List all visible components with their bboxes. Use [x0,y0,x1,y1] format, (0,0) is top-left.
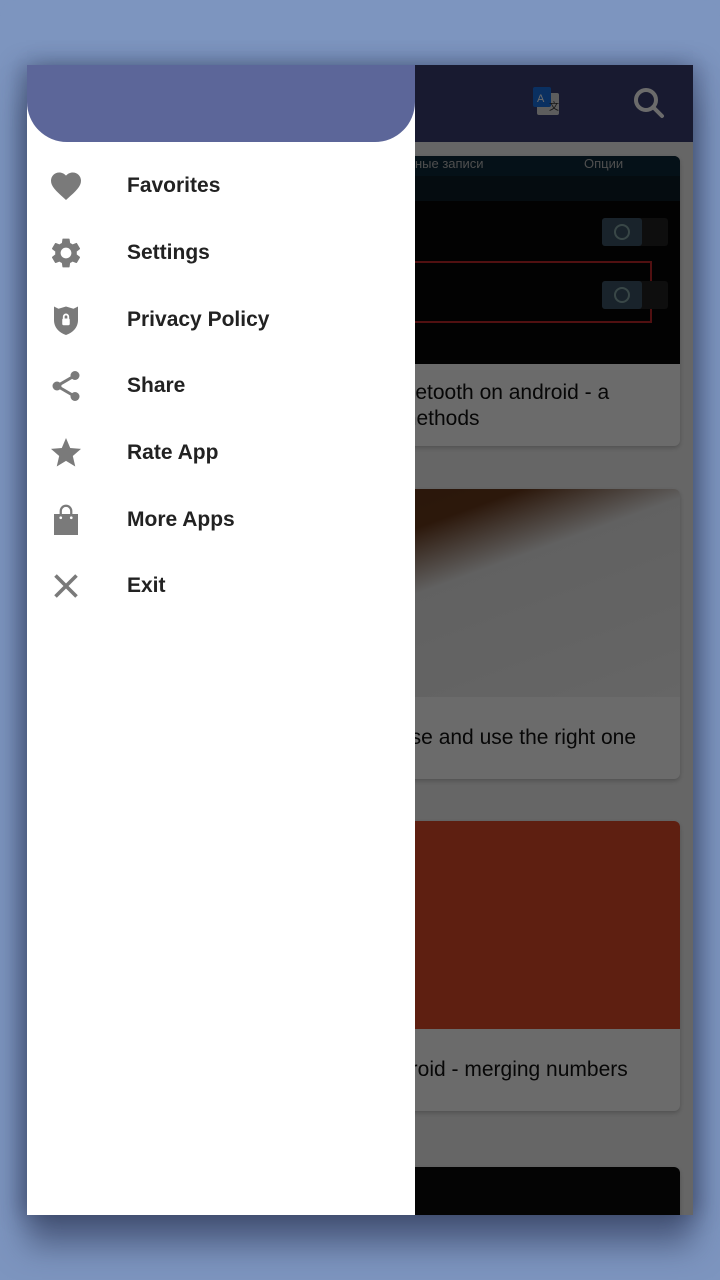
heart-icon [47,167,85,205]
menu-item-label: Privacy Policy [127,307,270,331]
star-icon [47,434,85,472]
menu-item-settings[interactable]: Settings [27,220,415,287]
menu-item-label: Exit [127,574,166,598]
share-icon [47,367,85,405]
shopping-bag-icon [47,501,85,539]
menu-item-privacy-policy[interactable]: Privacy Policy [27,286,415,353]
menu-item-share[interactable]: Share [27,353,415,420]
menu-item-label: Share [127,374,186,398]
menu-item-label: Rate App [127,441,219,465]
gear-icon [47,234,85,272]
menu-item-label: More Apps [127,507,235,531]
menu-item-label: Settings [127,241,210,265]
menu-item-exit[interactable]: Exit [27,553,415,620]
drawer-menu: Favorites Settings Privacy Policy Share … [27,153,415,620]
phone-screen: A 文 тные записи Опции [27,65,693,1215]
device-frame: A 文 тные записи Опции [0,0,720,1280]
menu-item-more-apps[interactable]: More Apps [27,486,415,553]
navigation-drawer: Favorites Settings Privacy Policy Share … [27,65,415,1215]
menu-item-rate-app[interactable]: Rate App [27,420,415,487]
shield-lock-icon [47,301,85,339]
menu-item-favorites[interactable]: Favorites [27,153,415,220]
drawer-header [27,65,415,142]
close-icon [47,567,85,605]
menu-item-label: Favorites [127,174,221,198]
